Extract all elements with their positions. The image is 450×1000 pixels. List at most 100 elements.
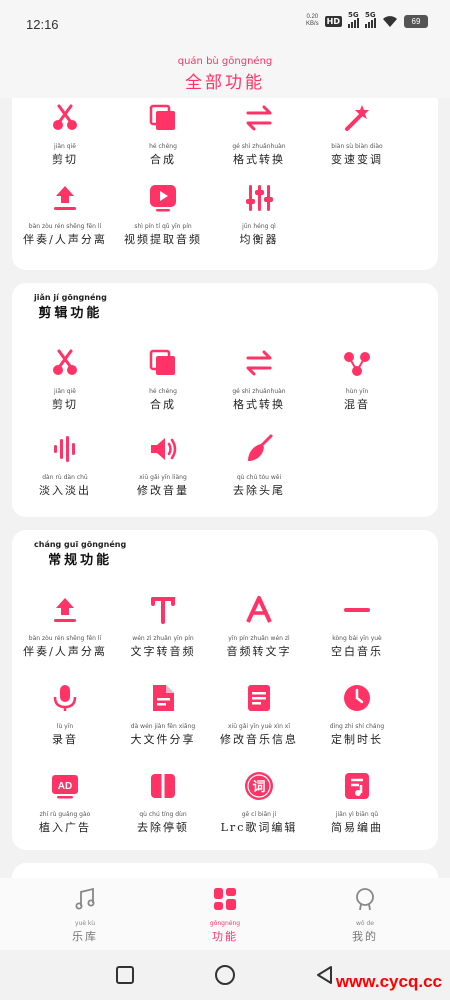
feature-label: 修改音乐信息 <box>220 733 298 746</box>
feature-2-11[interactable]: jiǎn yì biān qǔ 简易编曲 <box>304 770 410 835</box>
trowel-icon <box>243 433 275 465</box>
microphone-icon <box>49 682 81 714</box>
section-title-general: cháng guī gōngnéng 常规功能 <box>34 540 127 568</box>
feature-2-3[interactable]: kòng bái yīn yuè 空白音乐 <box>304 594 410 659</box>
ad-icon: AD <box>49 770 81 802</box>
document-icon <box>243 682 275 714</box>
pause-icon <box>147 770 179 802</box>
feature-1-6[interactable]: qù chú tóu wěi 去除头尾 <box>206 433 312 498</box>
feature-1-2[interactable]: gé shì zhuǎnhuàn 格式转换 <box>206 347 312 412</box>
app-header: quán bù gōngnéng 全部功能 <box>0 50 450 98</box>
feature-2-2[interactable]: yīn pín zhuǎn wén zì 音频转文字 <box>206 594 312 659</box>
section-card-editing: jiǎn jí gōngnéng 剪辑功能 jiǎn qiē 剪切 hé chéng… <box>12 283 438 517</box>
letter-a-icon <box>243 594 275 626</box>
battery-icon: 69 <box>404 14 428 28</box>
upload-icon <box>49 594 81 626</box>
feature-label: 伴奏/人声分离 <box>23 233 107 246</box>
feature-0-6[interactable]: jūn héng qì 均衡器 <box>206 182 312 247</box>
nav-features[interactable]: gōngnéng 功能 <box>175 886 275 944</box>
feature-2-0[interactable]: bàn zòu rén shēng fēn lí 伴奏/人声分离 <box>12 594 118 659</box>
feature-0-1[interactable]: hé chéng 合成 <box>110 102 216 167</box>
feature-0-5[interactable]: shì pín tí qǔ yīn pín 视频提取音频 <box>110 182 216 247</box>
page-title: quán bù gōngnéng 全部功能 <box>177 56 273 93</box>
feature-1-3[interactable]: hùn yīn 混音 <box>304 347 410 412</box>
feature-2-8[interactable]: AD zhí rù guǎng gào 植入广告 <box>12 770 118 835</box>
feature-label: 剪切 <box>52 398 78 411</box>
network-speed: 0.20 KB/s <box>305 14 319 27</box>
fade-icon <box>49 433 81 465</box>
status-bar: 12:16 0.20 KB/s HD 5G 5G 69 <box>0 0 450 50</box>
feature-label: 录音 <box>52 733 78 746</box>
section-card-general: cháng guī gōngnéng 常规功能 bàn zòu rén shēn… <box>12 530 438 850</box>
scissors-icon <box>49 347 81 379</box>
feature-1-5[interactable]: xiū gǎi yīn liàng 修改音量 <box>110 433 216 498</box>
section-card-more <box>12 863 438 878</box>
feature-label: 淡入淡出 <box>39 484 91 497</box>
feature-2-1[interactable]: wén zì zhuǎn yīn pín 文字转音频 <box>110 594 216 659</box>
status-icons: 0.20 KB/s HD 5G 5G 69 <box>305 11 428 28</box>
magic-wand-icon <box>341 102 373 134</box>
video-play-icon <box>147 182 179 214</box>
feature-label: 文字转音频 <box>130 645 196 658</box>
equalizer-icon <box>243 182 275 214</box>
feature-1-0[interactable]: jiǎn qiē 剪切 <box>12 347 118 412</box>
hd-badge: HD <box>324 15 342 27</box>
home-button[interactable] <box>213 963 237 987</box>
music-library-icon <box>72 886 98 916</box>
system-nav-bar: www.cycq.cc <box>0 950 450 1000</box>
feature-scroll-area[interactable]: jiǎn qiē 剪切 hé chéng 合成 gé shì zhuǎnhuàn 格式转换… <box>0 98 450 878</box>
feature-label: 去除停顿 <box>137 821 189 834</box>
feature-label: 均衡器 <box>239 233 279 246</box>
feature-2-6[interactable]: xiū gǎi yīn yuè xìn xī 修改音乐信息 <box>206 682 312 747</box>
feature-label: 合成 <box>150 153 176 166</box>
nav-music-library[interactable]: yuè kù 乐库 <box>35 886 135 944</box>
feature-label: 混音 <box>344 398 370 411</box>
feature-2-5[interactable]: dà wén jiàn fēn xiǎng 大文件分享 <box>110 682 216 747</box>
feature-label: 格式转换 <box>232 398 285 411</box>
feature-label: 植入广告 <box>39 821 91 834</box>
profile-icon <box>352 886 378 916</box>
text-icon <box>147 594 179 626</box>
back-button[interactable] <box>313 963 337 987</box>
recents-button[interactable] <box>113 963 137 987</box>
scissors-icon <box>49 102 81 134</box>
feature-2-10[interactable]: 词 gē cí biān jí Lrc歌词编辑 <box>206 770 312 835</box>
feature-label: 音频转文字 <box>226 645 292 658</box>
feature-2-4[interactable]: lù yīn 录音 <box>12 682 118 747</box>
mix-icon <box>341 347 373 379</box>
feature-label: 简易编曲 <box>331 821 383 834</box>
feature-0-3[interactable]: biàn sù biàn diào 变速变调 <box>304 102 410 167</box>
music-note-icon <box>341 770 373 802</box>
clock-icon <box>341 682 373 714</box>
merge-icon <box>147 347 179 379</box>
feature-label: 格式转换 <box>232 153 285 166</box>
nav-profile[interactable]: wǒ de 我的 <box>315 886 415 944</box>
section-title-editing: jiǎn jí gōngnéng 剪辑功能 <box>34 293 107 321</box>
feature-label: 变速变调 <box>331 153 383 166</box>
signal-sim2-icon: 5G <box>365 11 376 28</box>
file-icon <box>147 682 179 714</box>
feature-label: Lrc歌词编辑 <box>220 821 298 834</box>
feature-1-4[interactable]: dàn rù dàn chū 淡入淡出 <box>12 433 118 498</box>
feature-label: 空白音乐 <box>331 645 383 658</box>
feature-0-4[interactable]: bàn zòu rén shēng fēn lí 伴奏/人声分离 <box>12 182 118 247</box>
upload-icon <box>49 182 81 214</box>
svg-text:AD: AD <box>58 781 72 792</box>
feature-label: 剪切 <box>52 153 78 166</box>
feature-2-9[interactable]: qù chú tíng dùn 去除停顿 <box>110 770 216 835</box>
svg-text:词: 词 <box>252 780 265 795</box>
swap-icon <box>243 347 275 379</box>
feature-label: 大文件分享 <box>130 733 196 746</box>
swap-icon <box>243 102 275 134</box>
feature-0-0[interactable]: jiǎn qiē 剪切 <box>12 102 118 167</box>
wifi-icon <box>383 16 397 27</box>
feature-2-7[interactable]: dìng zhì shí cháng 定制时长 <box>304 682 410 747</box>
feature-1-1[interactable]: hé chéng 合成 <box>110 347 216 412</box>
feature-0-2[interactable]: gé shì zhuǎnhuàn 格式转换 <box>206 102 312 167</box>
volume-icon <box>147 433 179 465</box>
feature-label: 合成 <box>150 398 176 411</box>
feature-label: 去除头尾 <box>233 484 285 497</box>
lyrics-icon: 词 <box>243 770 275 802</box>
status-time: 12:16 <box>26 17 59 32</box>
merge-icon <box>147 102 179 134</box>
